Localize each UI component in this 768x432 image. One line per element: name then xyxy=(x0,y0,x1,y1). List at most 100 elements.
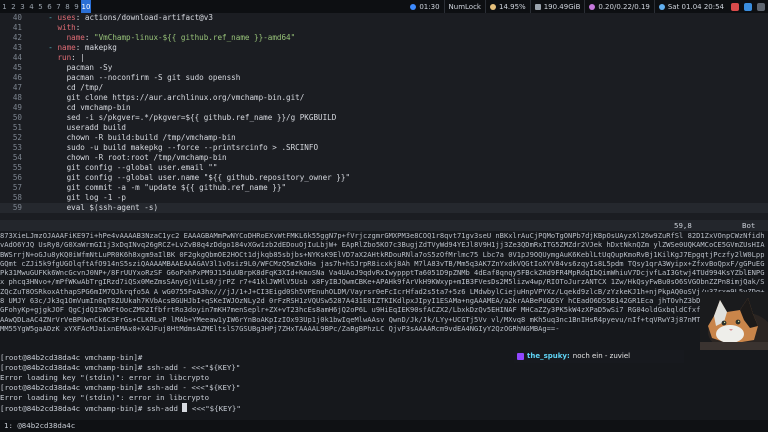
code-token: - xyxy=(30,43,58,52)
code-line[interactable]: 50 sed -i s/pkgver=.*/pkgver=${{ github.… xyxy=(0,113,768,123)
load-value: 0.20/0.22/0.19 xyxy=(598,2,650,11)
code-line[interactable]: 52 chown -R build:build /tmp/vmchamp-bin xyxy=(0,133,768,143)
tmux-window-label[interactable]: 1: @84b2cd38da4c xyxy=(0,421,75,430)
gutter xyxy=(22,33,30,43)
code-line[interactable]: 56 git config --global user.name "${{ gi… xyxy=(0,173,768,183)
code-line[interactable]: 47 cd /tmp/ xyxy=(0,83,768,93)
numlock-label: NumLock xyxy=(448,2,481,11)
code-line[interactable]: 49 cd vmchamp-bin xyxy=(0,103,768,113)
code-token: git commit -a -m "update ${{ github.ref_… xyxy=(30,183,287,192)
line-code: pacman -Sy xyxy=(30,63,113,73)
line-code: sudo -u build makepkg --force --printsrc… xyxy=(30,143,318,153)
clock-icon xyxy=(410,3,417,10)
numlock-widget: NumLock xyxy=(445,0,485,13)
gutter xyxy=(22,193,30,203)
code-token: : | xyxy=(71,53,85,62)
line-number: 50 xyxy=(12,113,22,122)
terminal-pane[interactable]: 873XieLJmzOJAAAFiKE97i+hPe4vAAAAB3NzaC1y… xyxy=(0,231,768,420)
code-token: chown -R root:root /tmp/vmchamp-bin xyxy=(30,153,227,162)
gutter xyxy=(22,123,30,133)
line-number: 45 xyxy=(12,63,22,72)
workspace-button[interactable]: 9 xyxy=(72,0,81,13)
line-code: name: "VmChamp-linux-${{ github.ref_name… xyxy=(30,33,296,43)
line-code: git clone https://aur.archlinux.org/vmch… xyxy=(30,93,305,103)
workspace-button[interactable]: 1 xyxy=(0,0,9,13)
line-code: pacman --noconfirm -S git sudo openssh xyxy=(30,73,241,83)
scroll-indicator: Bot xyxy=(742,221,756,230)
terminal-line: Error loading key "(stdin)": error in li… xyxy=(0,393,210,402)
gutter xyxy=(22,173,30,183)
datetime-widget: Sat 01.04 20:54 xyxy=(655,0,728,13)
code-line[interactable]: 43 - name: makepkg xyxy=(0,43,768,53)
code-token: git log -1 -p xyxy=(30,193,127,202)
line-number: 59 xyxy=(12,203,22,212)
tray-app-icon[interactable] xyxy=(757,2,765,11)
line-number: 42 xyxy=(12,33,22,42)
workspace-button[interactable]: 4 xyxy=(27,0,36,13)
gutter xyxy=(22,153,30,163)
workspace-button[interactable]: 3 xyxy=(18,0,27,13)
badge-icon xyxy=(517,353,524,360)
code-token: "VmChamp-linux-${{ github.ref_name }}-am… xyxy=(94,33,296,42)
code-line[interactable]: 55 git config --global user.email "" xyxy=(0,163,768,173)
gutter xyxy=(22,203,30,213)
line-code: git commit -a -m "update ${{ github.ref_… xyxy=(30,183,286,193)
code-line[interactable]: 51 useradd build xyxy=(0,123,768,133)
tray-app-icon[interactable] xyxy=(731,2,739,11)
workspace-button[interactable]: 6 xyxy=(45,0,54,13)
terminal-line: [root@84b2cd38da4c vmchamp-bin]# ssh-add… xyxy=(0,383,241,392)
cpu-widget: 14.95% xyxy=(486,0,530,13)
code-line[interactable]: 58 git log -1 -p xyxy=(0,193,768,203)
code-token: : actions/download-artifact@v3 xyxy=(75,13,213,22)
code-token: sed -i s/pkgver=.*/pkgver=${{ github.ref… xyxy=(30,113,337,122)
code-token: useradd build xyxy=(30,123,127,132)
code-line[interactable]: 46 pacman --noconfirm -S git sudo openss… xyxy=(0,73,768,83)
code-line[interactable]: 54 chown -R root:root /tmp/vmchamp-bin xyxy=(0,153,768,163)
tray-app-icon[interactable] xyxy=(744,2,752,11)
code-line[interactable]: 59 eval $(ssh-agent -s) xyxy=(0,203,768,213)
line-number: 47 xyxy=(12,83,22,92)
code-line[interactable]: 48 git clone https://aur.archlinux.org/v… xyxy=(0,93,768,103)
load-widget: 0.20/0.22/0.19 xyxy=(585,0,653,13)
webcam-cat-image xyxy=(700,292,768,350)
line-number: 46 xyxy=(12,73,22,82)
line-code: git config --global user.name "${{ githu… xyxy=(30,173,350,183)
workspace-button[interactable]: 8 xyxy=(63,0,72,13)
code-token: pacman --noconfirm -S git sudo openssh xyxy=(30,73,241,82)
gutter xyxy=(22,103,30,113)
line-code: run: | xyxy=(30,53,85,63)
line-number: 58 xyxy=(12,193,22,202)
ssh-key-output: 873XieLJmzOJAAAFiKE97i+hPe4vAAAAB3NzaC1y… xyxy=(0,231,765,333)
code-token: : xyxy=(84,33,95,42)
code-line[interactable]: 45 pacman -Sy xyxy=(0,63,768,73)
code-area[interactable]: 40 - uses: actions/download-artifact@v3 4… xyxy=(0,13,768,213)
gutter xyxy=(22,113,30,123)
vim-editor-pane[interactable]: 40 - uses: actions/download-artifact@v3 4… xyxy=(0,13,768,231)
workspace-button[interactable]: 7 xyxy=(54,0,63,13)
workspace-list: 1 2 3 4 5 6 7 8 9 10 xyxy=(0,0,91,13)
code-token: - xyxy=(30,13,58,22)
code-line[interactable]: 41 with: xyxy=(0,23,768,33)
code-line[interactable]: 42 name: "VmChamp-linux-${{ github.ref_n… xyxy=(0,33,768,43)
gutter xyxy=(22,13,30,23)
line-code: with: xyxy=(30,23,80,33)
code-token: eval $(ssh-agent -s) xyxy=(30,203,159,212)
gutter xyxy=(22,73,30,83)
workspace-button[interactable]: 5 xyxy=(36,0,45,13)
terminal-prompt-line[interactable]: [root@84b2cd38da4c vmchamp-bin]# ssh-add… xyxy=(0,403,768,414)
system-tray xyxy=(728,0,768,13)
workspace-button[interactable]: 10 xyxy=(81,0,91,13)
line-number: 52 xyxy=(12,133,22,142)
code-line[interactable]: 40 - uses: actions/download-artifact@v3 xyxy=(0,13,768,23)
code-token: cd /tmp/ xyxy=(30,83,104,92)
code-line[interactable]: 44 run: | xyxy=(0,53,768,63)
workspace-button[interactable]: 2 xyxy=(9,0,18,13)
gutter xyxy=(22,143,30,153)
tmux-status-bar: 1: @84b2cd38da4c xyxy=(0,420,768,432)
code-line[interactable]: 57 git commit -a -m "update ${{ github.r… xyxy=(0,183,768,193)
clock-short: 01:30 xyxy=(419,2,440,11)
code-line[interactable]: 53 sudo -u build makepkg --force --print… xyxy=(0,143,768,153)
gutter xyxy=(22,23,30,33)
